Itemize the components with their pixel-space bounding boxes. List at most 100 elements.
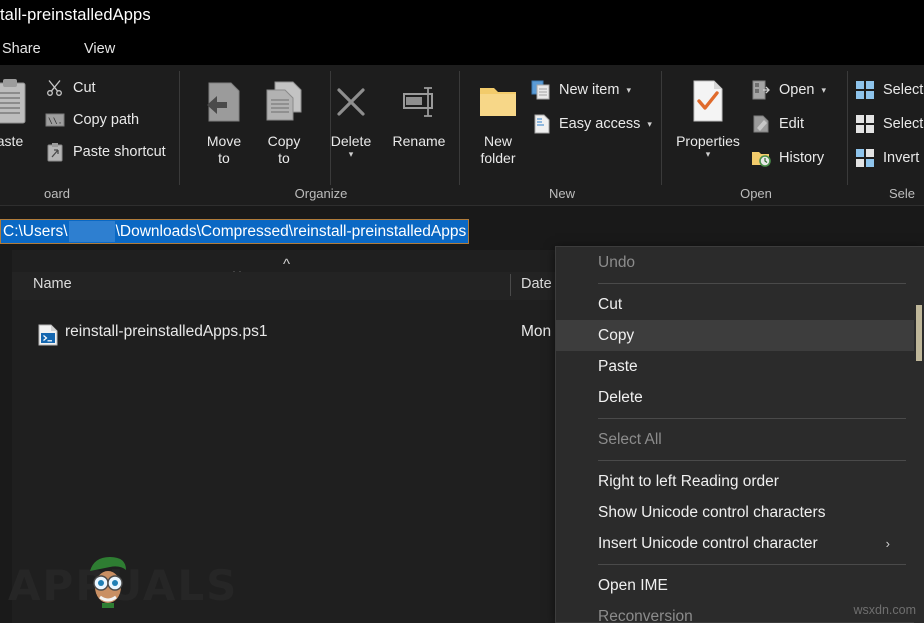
new-item-button[interactable]: New item ▾ bbox=[530, 75, 631, 105]
address-path-suffix: \Downloads\Compressed\reinstall-preinsta… bbox=[115, 222, 467, 240]
invert-selection-button[interactable]: Invert bbox=[854, 143, 919, 173]
scissors-icon bbox=[44, 77, 66, 99]
rename-button[interactable]: Rename bbox=[379, 71, 459, 150]
ribbon-group-clipboard: aste Cut \\.. bbox=[0, 65, 180, 206]
properties-caret-icon[interactable]: ▾ bbox=[666, 149, 750, 160]
column-divider[interactable] bbox=[510, 274, 511, 296]
window-title: tall-preinstalledApps bbox=[0, 6, 151, 24]
paste-shortcut-icon bbox=[44, 141, 66, 163]
redacted-username-block bbox=[68, 221, 115, 242]
select-none-button[interactable]: Select bbox=[854, 109, 923, 139]
delete-button-label: Delete bbox=[330, 133, 372, 149]
properties-button[interactable]: Properties ▾ bbox=[666, 71, 750, 160]
column-header-name[interactable]: Name bbox=[33, 276, 72, 292]
new-item-caret-icon[interactable]: ▾ bbox=[626, 85, 631, 96]
paste-shortcut-button[interactable]: Paste shortcut bbox=[44, 137, 166, 167]
invert-selection-button-label: Invert bbox=[883, 150, 920, 166]
edit-button[interactable]: Edit bbox=[750, 109, 804, 139]
properties-button-label: Properties bbox=[676, 133, 740, 149]
svg-text:\\..: \\.. bbox=[48, 117, 65, 126]
chevron-right-icon: › bbox=[885, 536, 890, 551]
copy-to-icon bbox=[248, 71, 320, 133]
context-menu-separator bbox=[598, 418, 906, 419]
properties-icon bbox=[666, 71, 750, 133]
context-menu-item-rtl-reading-order[interactable]: Right to left Reading order bbox=[556, 466, 924, 497]
context-menu-item-show-unicode-control-characters[interactable]: Show Unicode control characters bbox=[556, 497, 924, 528]
edit-pencil-icon bbox=[750, 113, 772, 135]
ribbon-group-select: Select Select Invert Sele bbox=[850, 65, 924, 206]
new-item-icon bbox=[530, 79, 552, 101]
clipboard-icon bbox=[0, 71, 46, 133]
new-folder-button[interactable]: New folder bbox=[462, 71, 534, 167]
cut-button[interactable]: Cut bbox=[44, 73, 96, 103]
context-menu-item-insert-unicode-control-character[interactable]: Insert Unicode control character › bbox=[556, 528, 924, 559]
ribbon-tab-bar: Share View bbox=[0, 34, 924, 65]
address-bar-row: C:\Users\ \Downloads\Compressed\reinstal… bbox=[0, 206, 924, 250]
edit-button-label: Edit bbox=[779, 116, 804, 132]
context-menu-item-paste[interactable]: Paste bbox=[556, 351, 924, 382]
easy-access-button-label: Easy access bbox=[559, 116, 641, 132]
context-menu-item-cut[interactable]: Cut bbox=[556, 289, 924, 320]
ribbon-group-open: Properties ▾ Open ▾ Edit History Open bbox=[664, 65, 848, 206]
delete-button[interactable]: Delete ▾ bbox=[315, 71, 387, 160]
delete-caret-icon[interactable]: ▾ bbox=[315, 149, 387, 160]
history-icon bbox=[750, 147, 772, 169]
new-item-button-label: New item bbox=[559, 82, 620, 98]
context-menu-item-undo: Undo bbox=[598, 253, 636, 271]
open-with-icon bbox=[750, 79, 772, 101]
address-input[interactable]: C:\Users\ \Downloads\Compressed\reinstal… bbox=[0, 219, 470, 244]
select-all-icon bbox=[854, 79, 876, 101]
new-folder-button-label: New folder bbox=[480, 133, 516, 166]
ribbon-group-organize: Move to Copy to Delete ▾ Rename Organize bbox=[182, 65, 460, 206]
ribbon-group-new-label: New bbox=[548, 186, 575, 201]
chevron-up-icon[interactable]: ^ bbox=[283, 256, 290, 273]
paste-shortcut-button-label: Paste shortcut bbox=[73, 144, 166, 160]
scrollbar-thumb[interactable] bbox=[916, 305, 922, 361]
invert-selection-icon bbox=[854, 147, 876, 169]
address-path-prefix: C:\Users\ bbox=[3, 222, 68, 240]
delete-x-icon bbox=[315, 71, 387, 133]
copy-path-button[interactable]: \\.. Copy path bbox=[44, 105, 139, 135]
context-menu-item-open-ime[interactable]: Open IME bbox=[556, 570, 924, 601]
column-header-date[interactable]: Date bbox=[521, 276, 552, 292]
ribbon-group-open-label: Open bbox=[740, 186, 772, 201]
history-button[interactable]: History bbox=[750, 143, 824, 173]
rename-button-label: Rename bbox=[392, 133, 446, 149]
navigation-pane-edge bbox=[0, 250, 12, 623]
ribbon-group-organize-label: Organize bbox=[294, 186, 348, 201]
context-menu-item-label: Insert Unicode control character bbox=[598, 534, 818, 552]
copy-path-icon: \\.. bbox=[44, 109, 66, 131]
copy-path-button-label: Copy path bbox=[73, 112, 140, 128]
easy-access-button[interactable]: Easy access ▾ bbox=[530, 109, 652, 139]
new-folder-icon bbox=[462, 71, 534, 133]
ribbon-group-new: New folder New item ▾ Easy access ▾ New bbox=[462, 65, 662, 206]
copy-to-button[interactable]: Copy to bbox=[248, 71, 320, 167]
select-none-button-label: Select bbox=[883, 116, 924, 132]
file-date: Mon bbox=[521, 323, 552, 340]
tab-share[interactable]: Share bbox=[0, 39, 47, 59]
group-separator bbox=[179, 71, 180, 185]
ribbon-group-clipboard-label: oard bbox=[43, 186, 71, 201]
open-with-button[interactable]: Open ▾ bbox=[750, 75, 826, 105]
select-all-button[interactable]: Select bbox=[854, 75, 923, 105]
paste-button[interactable]: aste bbox=[0, 71, 46, 150]
title-bar: tall-preinstalledApps bbox=[0, 0, 924, 34]
tab-view[interactable]: View bbox=[78, 39, 121, 59]
file-explorer-window: tall-preinstalledApps Share View aste Cu… bbox=[0, 0, 924, 623]
group-separator bbox=[459, 71, 460, 185]
context-menu: Undo Cut Copy Paste Delete Select All Ri… bbox=[555, 246, 924, 623]
history-button-label: History bbox=[779, 150, 825, 166]
copy-to-button-label: Copy to bbox=[267, 133, 301, 166]
open-caret-icon[interactable]: ▾ bbox=[821, 85, 826, 96]
context-menu-separator bbox=[598, 283, 906, 284]
select-all-button-label: Select bbox=[883, 82, 924, 98]
context-menu-item-copy[interactable]: Copy bbox=[556, 320, 924, 351]
easy-access-caret-icon[interactable]: ▾ bbox=[647, 119, 652, 130]
context-menu-item-select-all: Select All bbox=[598, 430, 662, 448]
easy-access-icon bbox=[530, 113, 552, 135]
open-with-button-label: Open bbox=[779, 82, 815, 98]
context-menu-scrollbar[interactable] bbox=[914, 247, 924, 623]
cut-button-label: Cut bbox=[73, 80, 96, 96]
context-menu-item-delete[interactable]: Delete bbox=[556, 382, 924, 413]
ribbon-group-select-label: Sele bbox=[888, 186, 916, 201]
